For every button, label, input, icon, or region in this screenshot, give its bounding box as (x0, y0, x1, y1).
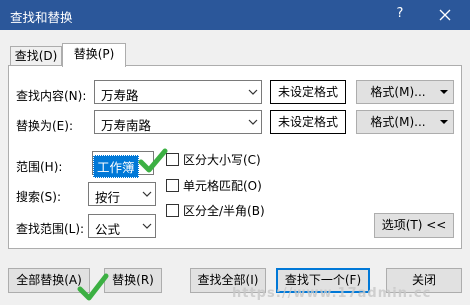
replace-label: 替换为(E): (16, 119, 73, 133)
match-width-label: 区分全/半角(B) (183, 204, 265, 218)
watermark: https://www.17admin.cc (232, 286, 432, 301)
lookin-select[interactable]: 公式 (88, 214, 156, 238)
search-value: 按行 (95, 190, 121, 205)
checkbox-box[interactable] (166, 153, 179, 166)
lookin-dropdown-button[interactable] (137, 215, 155, 237)
match-case-label: 区分大小写(C) (183, 153, 261, 167)
scope-label: 范围(H): (16, 160, 63, 174)
dropdown-arrow-icon (440, 120, 448, 124)
find-input[interactable]: 万寿路 (101, 85, 139, 104)
title-bar: 查找和替换 ? (0, 0, 470, 30)
match-width-checkbox[interactable]: 区分全/半角(B) (166, 202, 276, 218)
close-window-button[interactable] (432, 3, 458, 25)
scope-value: 工作簿 (93, 155, 139, 178)
lookin-label: 查找范围(L): (16, 222, 85, 236)
find-format-button[interactable]: 格式(M)... (356, 80, 454, 104)
options-toggle-button[interactable]: 选项(T) << (374, 213, 454, 238)
find-format-status: 未设定格式 (270, 80, 346, 104)
search-label: 搜索(S): (16, 190, 62, 204)
lookin-value: 公式 (95, 222, 121, 237)
find-label: 查找内容(N): (16, 89, 87, 103)
tab-find[interactable]: 查找(D) (10, 46, 62, 65)
replace-dropdown-button[interactable] (243, 111, 261, 133)
search-select[interactable]: 按行 (88, 182, 156, 206)
replace-format-status: 未设定格式 (270, 110, 346, 134)
help-button[interactable]: ? (389, 3, 411, 25)
replace-format-button[interactable]: 格式(M)... (356, 110, 454, 134)
checkbox-box[interactable] (166, 179, 179, 192)
check-mark-icon (138, 148, 168, 173)
match-case-checkbox[interactable]: 区分大小写(C) (166, 151, 276, 167)
find-format-button-label: 格式(M)... (370, 85, 426, 99)
chevron-down-icon (142, 223, 151, 229)
replace-format-button-label: 格式(M)... (370, 115, 426, 129)
window-title: 查找和替换 (10, 10, 73, 25)
chevron-down-icon (248, 89, 257, 95)
search-dropdown-button[interactable] (137, 183, 155, 205)
tab-replace[interactable]: 替换(P) (62, 43, 126, 67)
replace-input[interactable]: 万寿南路 (101, 115, 151, 134)
find-dropdown-button[interactable] (243, 81, 261, 103)
find-combobox[interactable]: 万寿路 (94, 80, 262, 104)
match-cell-label: 单元格匹配(O) (183, 179, 262, 193)
check-mark-icon (77, 273, 109, 301)
chevron-down-icon (142, 191, 151, 197)
replace-button[interactable]: 替换(R) (104, 268, 162, 293)
match-cell-checkbox[interactable]: 单元格匹配(O) (166, 177, 276, 193)
dropdown-arrow-icon (440, 90, 448, 94)
close-icon (439, 9, 451, 20)
replace-combobox[interactable]: 万寿南路 (94, 110, 262, 134)
checkbox-box[interactable] (166, 204, 179, 217)
chevron-down-icon (248, 119, 257, 125)
